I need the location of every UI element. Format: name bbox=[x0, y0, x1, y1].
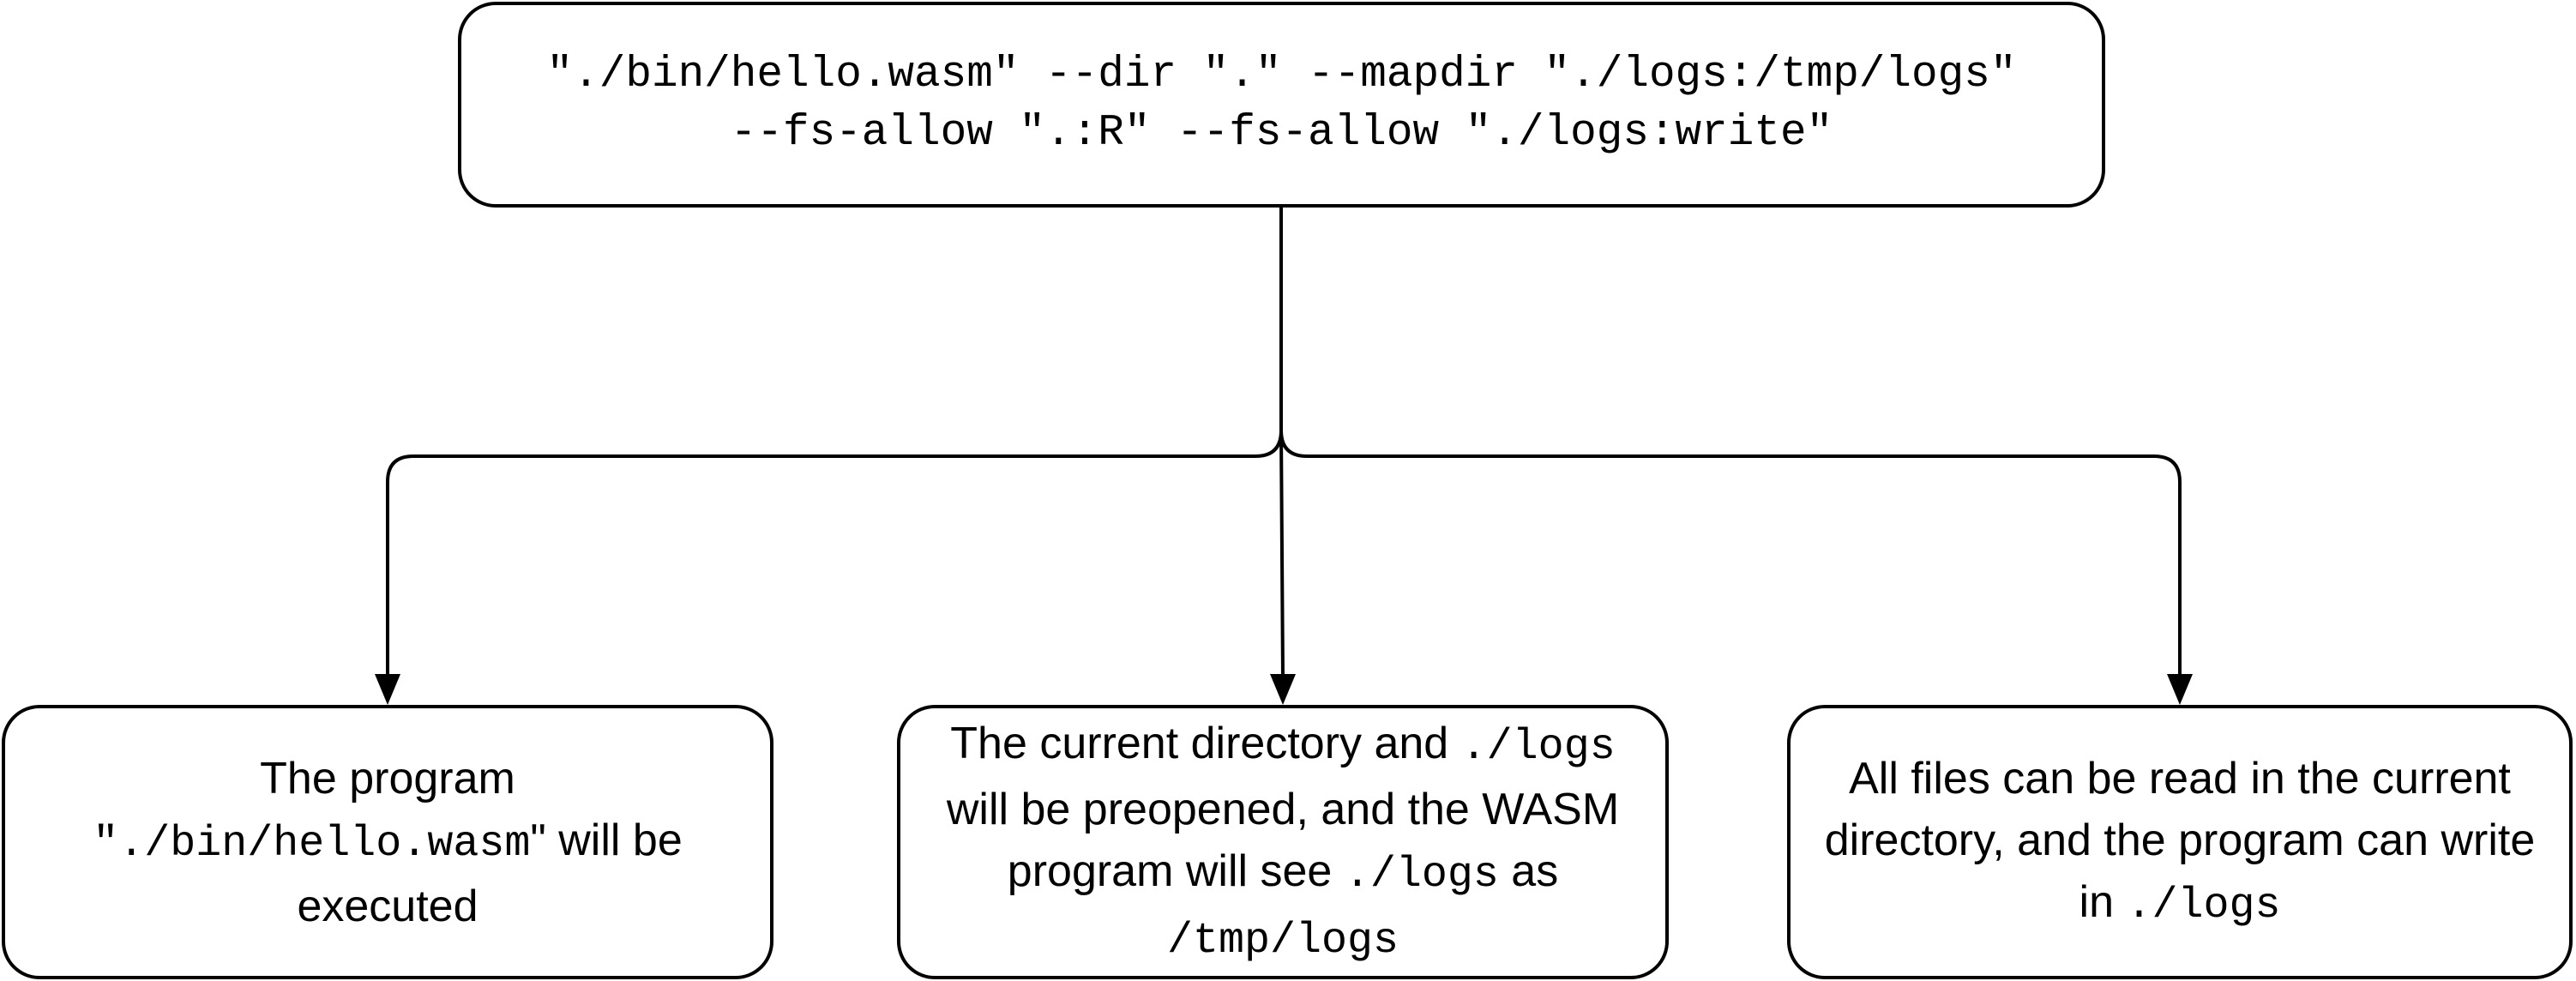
node-mid-text-4: as bbox=[1498, 846, 1559, 896]
node-file-permissions: All files can be read in the current dir… bbox=[1787, 705, 2573, 979]
node-mid-code-1: ./logs bbox=[1460, 722, 1616, 772]
node-preopened-dirs: The current directory and ./logs will be… bbox=[897, 705, 1669, 979]
node-right-text-3: in bbox=[2079, 876, 2127, 927]
node-left-text-3: executed bbox=[297, 881, 478, 931]
arrowhead-right bbox=[2167, 674, 2193, 705]
node-mid-text-1: The current directory and bbox=[950, 718, 1461, 768]
node-mid-text-2: will be preopened, and the WASM bbox=[946, 784, 1620, 834]
arrowhead-left bbox=[375, 674, 400, 705]
node-program-executed: The program "./bin/hello.wasm" will be e… bbox=[2, 705, 773, 979]
node-left-code-1: "./bin/hello.wasm bbox=[93, 819, 531, 869]
command-line-1: "./bin/hello.wasm" --dir "." --mapdir ".… bbox=[546, 51, 2017, 99]
flow-diagram: "./bin/hello.wasm" --dir "." --mapdir ".… bbox=[0, 0, 2576, 981]
node-mid-text-3: program will see bbox=[1007, 846, 1345, 896]
connector-right bbox=[1279, 430, 2182, 677]
node-right-text-2: directory, and the program can write bbox=[1824, 815, 2536, 865]
node-mid-code-2: ./logs bbox=[1344, 850, 1499, 900]
node-right-code-1: ./logs bbox=[2126, 881, 2281, 930]
node-left-text-1: The program bbox=[260, 753, 515, 803]
connector-left bbox=[386, 430, 1283, 677]
command-box: "./bin/hello.wasm" --dir "." --mapdir ".… bbox=[458, 2, 2105, 208]
node-mid-code-3: /tmp/logs bbox=[1166, 916, 1399, 966]
connector-middle bbox=[1279, 430, 1285, 678]
node-left-text-2: " will be bbox=[530, 815, 683, 865]
command-line-2: --fs-allow ".:R" --fs-allow "./logs:writ… bbox=[730, 109, 1833, 158]
node-right-text-1: All files can be read in the current bbox=[1849, 753, 2511, 803]
arrowhead-middle bbox=[1270, 674, 1296, 705]
